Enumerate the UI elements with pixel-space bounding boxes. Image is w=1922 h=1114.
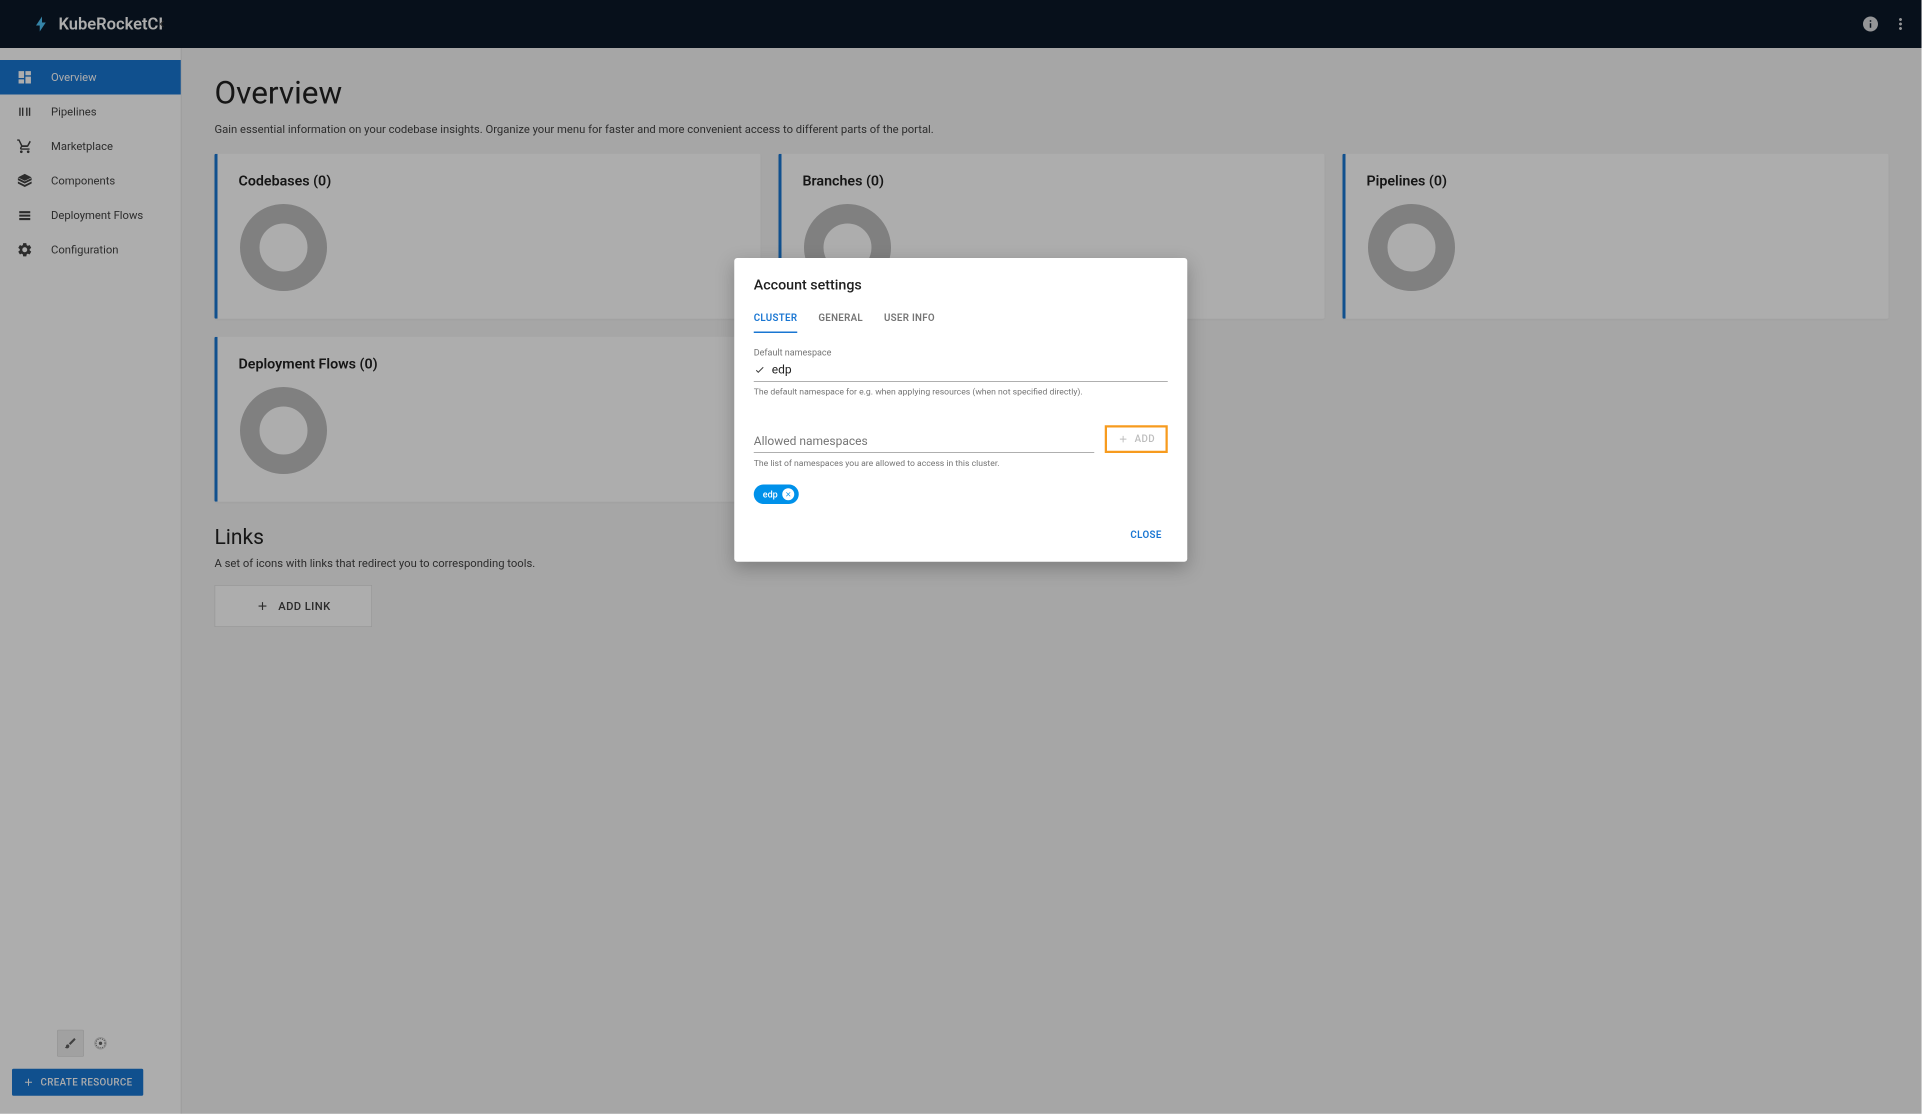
default-namespace-help: The default namespace for e.g. when appl… [754,386,1168,397]
modal-overlay[interactable]: Account settings CLUSTER GENERAL USER IN… [0,0,1922,1114]
tab-general[interactable]: GENERAL [818,305,863,333]
namespace-chip: edp [754,485,799,505]
chip-remove-button[interactable] [782,488,794,500]
allowed-namespaces-input[interactable] [754,429,1094,452]
chip-label: edp [763,489,778,500]
add-namespace-button[interactable]: ADD [1105,425,1168,453]
close-icon [784,491,792,499]
modal-tabs: CLUSTER GENERAL USER INFO [734,305,1187,334]
allowed-namespaces-help: The list of namespaces you are allowed t… [754,458,1168,469]
account-settings-modal: Account settings CLUSTER GENERAL USER IN… [734,258,1187,562]
tab-cluster[interactable]: CLUSTER [754,305,798,333]
button-label: ADD [1135,434,1155,445]
close-button[interactable]: CLOSE [1124,525,1167,545]
tab-user-info[interactable]: USER INFO [884,305,935,333]
plus-icon [1117,434,1128,445]
check-icon [754,363,766,375]
default-namespace-input[interactable] [772,361,1168,378]
modal-title: Account settings [734,276,1187,305]
default-namespace-label: Default namespace [754,347,1168,358]
